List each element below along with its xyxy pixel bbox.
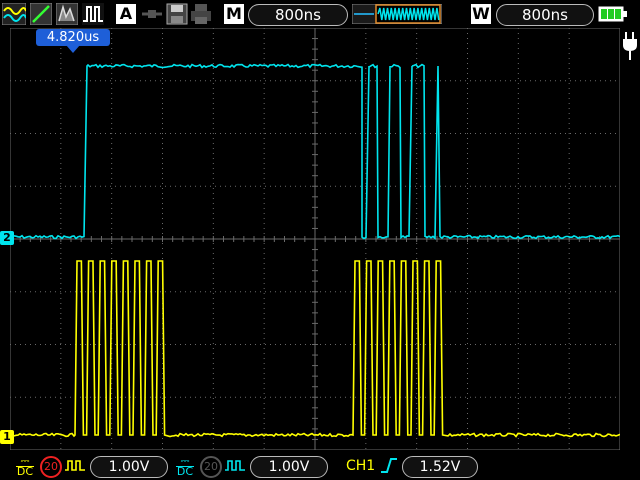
cursor-readout: 4.820us: [36, 29, 110, 46]
window-timebase-value[interactable]: 800ns: [496, 4, 594, 26]
ch2-ground-marker[interactable]: 2: [0, 231, 14, 245]
ch2-pulse-icon: [225, 460, 245, 471]
autoset-icon[interactable]: [2, 3, 26, 25]
ch2-coupling[interactable]: ⎓ DC: [176, 455, 194, 478]
ch1-coupling-label: DC: [16, 465, 34, 478]
ch2-scale[interactable]: 1.00V: [250, 456, 328, 478]
cursor-pointer-icon: [66, 45, 80, 53]
trigger-source[interactable]: CH1: [346, 458, 375, 474]
scope-screen: [10, 28, 620, 450]
ch1-ground-marker[interactable]: 1: [0, 430, 14, 444]
ch1-pulse-icon: [65, 460, 85, 471]
pulse-icon[interactable]: [82, 3, 104, 25]
main-timebase-label: M: [224, 4, 244, 24]
power-plug-icon: [623, 32, 637, 60]
ch2-coupling-label: DC: [176, 465, 194, 478]
trigger-slope-icon[interactable]: [30, 3, 52, 25]
print-icon[interactable]: [190, 3, 212, 25]
ch1-bandwidth-limit[interactable]: 20: [40, 456, 62, 478]
main-timebase-value[interactable]: 800ns: [248, 4, 348, 26]
ch1-coupling[interactable]: ⎓ DC: [16, 455, 34, 478]
record-icon[interactable]: [140, 3, 164, 25]
persist-icon[interactable]: [56, 3, 78, 25]
window-timebase-label: W: [471, 4, 491, 24]
ch2-bandwidth-limit[interactable]: 20: [200, 456, 222, 478]
battery-icon: [598, 6, 627, 22]
top-toolbar: A M 800ns W 800ns: [0, 0, 640, 28]
waveform-overview[interactable]: [352, 4, 442, 24]
trigger-rising-edge-icon[interactable]: [380, 456, 398, 474]
ch1-scale[interactable]: 1.00V: [90, 456, 168, 478]
save-icon[interactable]: [166, 3, 188, 25]
acquire-icon[interactable]: A: [116, 4, 136, 24]
trigger-level[interactable]: 1.52V: [402, 456, 478, 478]
